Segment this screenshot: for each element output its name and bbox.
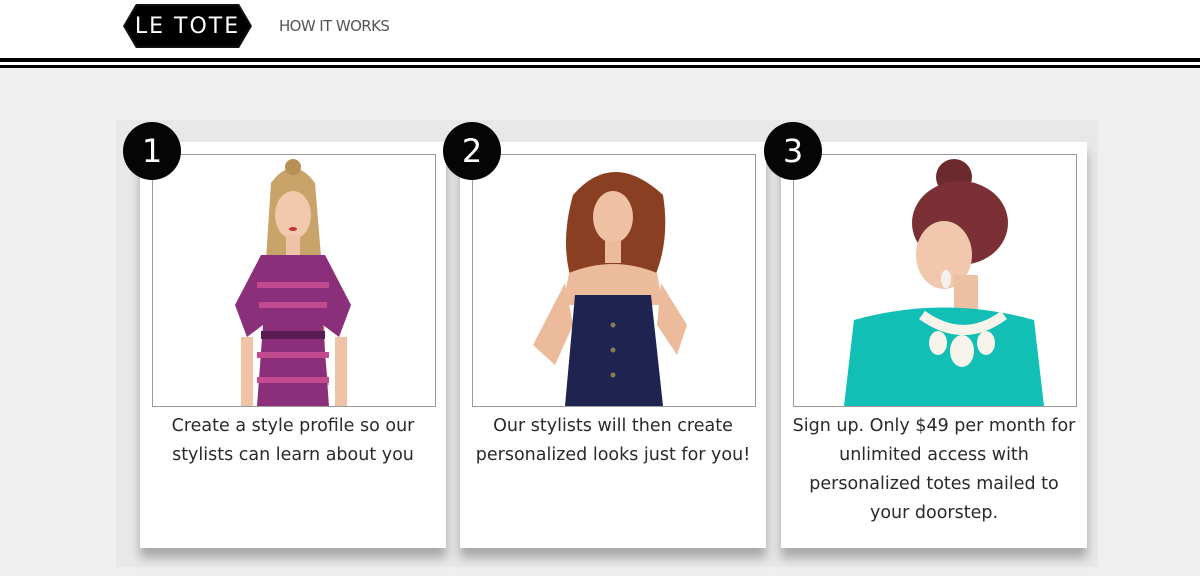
- step-2-caption: Our stylists will then create personaliz…: [475, 416, 751, 465]
- step-3-photo: [793, 154, 1077, 407]
- model-navy-dress-image: [533, 172, 687, 406]
- site-header: LE TOTE HOW IT WORKS: [0, 0, 1200, 58]
- logo-text: LE TOTE: [125, 6, 250, 46]
- step-card-3: Sign up. Only $49 per month for unlimite…: [781, 142, 1087, 548]
- nav-how-it-works-link[interactable]: HOW IT WORKS: [279, 17, 390, 35]
- step-card-1: Create a style profile so our stylists c…: [140, 142, 446, 548]
- step-2-number-badge: 2: [443, 122, 501, 180]
- step-card-2: Our stylists will then create personaliz…: [460, 142, 766, 548]
- step-1-number-badge: 1: [123, 122, 181, 180]
- model-teal-top-image: [844, 159, 1044, 406]
- le-tote-logo[interactable]: LE TOTE: [123, 4, 252, 48]
- step-2-photo: [472, 154, 756, 407]
- step-3-caption: Sign up. Only $49 per month for unlimite…: [792, 416, 1076, 523]
- model-purple-dress-image: [235, 159, 351, 406]
- step-3-number-badge: 3: [764, 122, 822, 180]
- step-1-photo: [152, 154, 436, 407]
- step-1-caption: Create a style profile so our stylists c…: [171, 416, 415, 465]
